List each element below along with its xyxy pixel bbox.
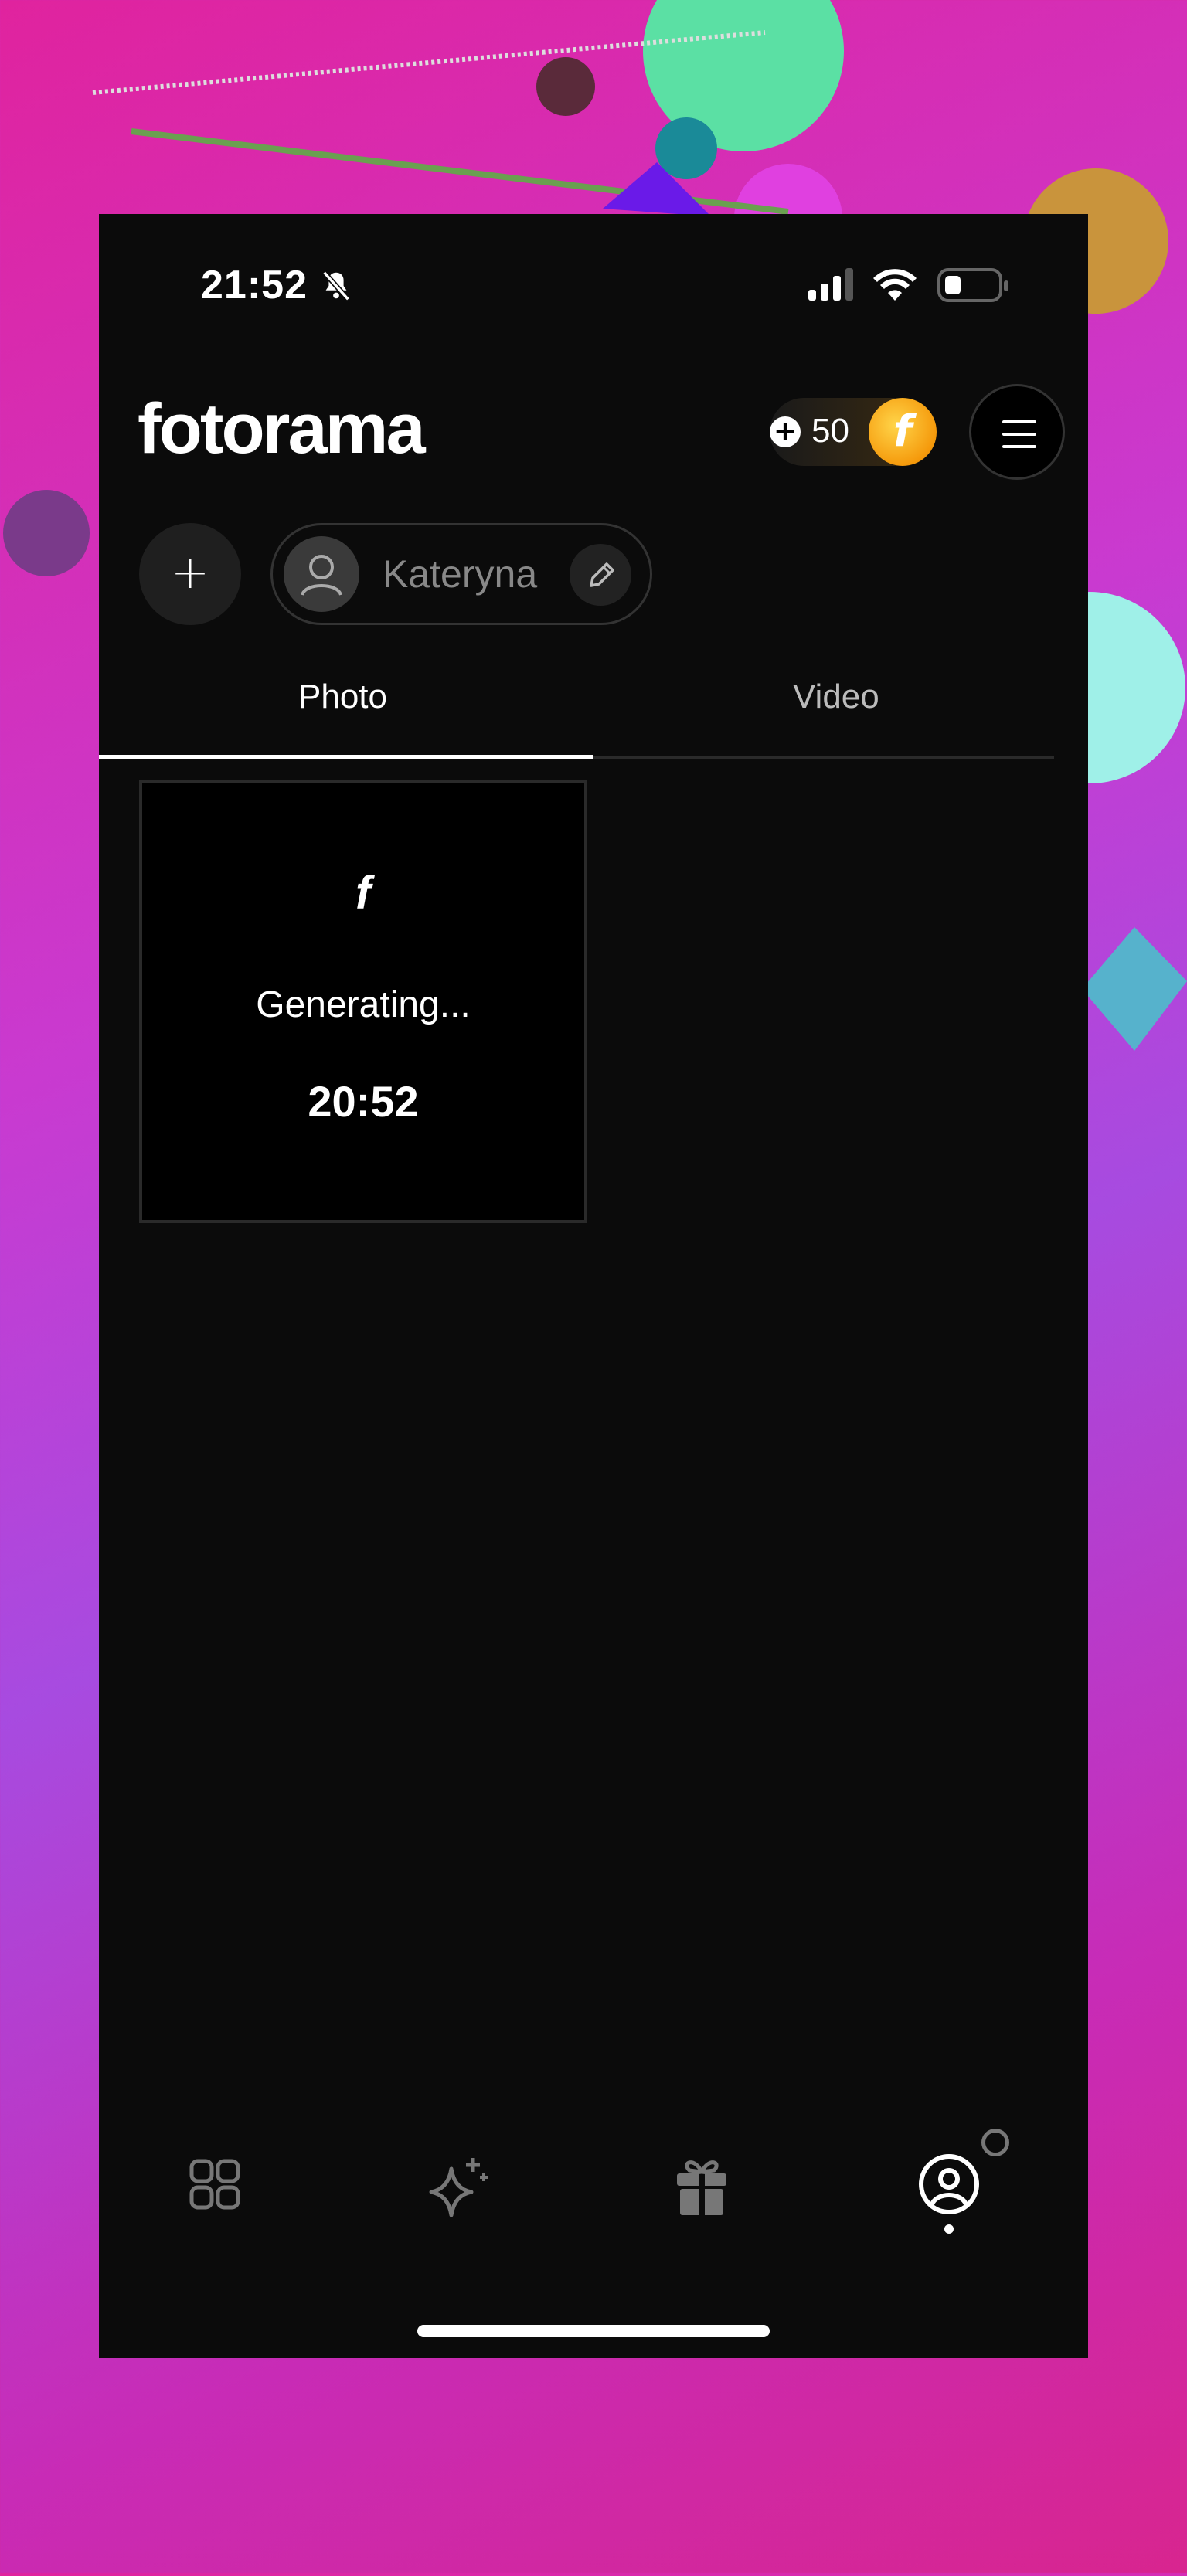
coin-count: 50 — [811, 412, 849, 450]
status-bar: 21:52 — [99, 214, 1088, 353]
hamburger-menu-icon — [1002, 420, 1036, 423]
add-profile-button[interactable]: + — [139, 523, 241, 625]
menu-button[interactable] — [969, 384, 1065, 480]
generating-photo-card[interactable]: f Generating... 20:52 — [139, 780, 587, 1223]
nav-apps-button[interactable] — [176, 2146, 253, 2223]
home-indicator — [417, 2325, 770, 2337]
coin-balance-button[interactable]: + 50 f — [770, 398, 937, 466]
nav-profile-button[interactable] — [910, 2146, 988, 2223]
plus-icon: + — [170, 545, 210, 600]
cellular-signal-icon — [808, 268, 853, 301]
generation-time: 20:52 — [308, 1077, 419, 1126]
tab-divider — [594, 756, 1054, 759]
wifi-icon — [873, 269, 917, 301]
battery-low-icon — [937, 268, 1008, 302]
phone-screen: 21:52 fotorama + 50 f + Kateryna Photo V… — [99, 214, 1088, 2358]
fotorama-glyph-icon: f — [355, 867, 371, 919]
coin-icon: f — [869, 398, 937, 466]
user-avatar-icon — [284, 536, 359, 612]
hamburger-line — [1002, 433, 1036, 436]
status-time: 21:52 — [201, 263, 308, 308]
tab-video[interactable]: Video — [793, 678, 879, 716]
apps-grid-icon — [189, 2159, 240, 2210]
generation-status: Generating... — [256, 984, 471, 1025]
profile-chip[interactable]: Kateryna — [270, 523, 652, 625]
active-nav-dot — [944, 2224, 954, 2234]
loading-spinner-icon — [981, 2129, 1009, 2156]
profile-name: Kateryna — [383, 552, 538, 596]
nav-generate-button[interactable] — [419, 2146, 496, 2223]
sparkle-icon — [429, 2158, 488, 2217]
tab-photo[interactable]: Photo — [298, 678, 387, 716]
profile-icon — [919, 2154, 979, 2214]
gift-icon — [677, 2160, 726, 2215]
nav-gifts-button[interactable] — [663, 2146, 740, 2223]
bell-slash-icon — [322, 270, 350, 301]
edit-profile-button[interactable] — [570, 544, 631, 606]
tab-indicator-active — [99, 755, 594, 759]
hamburger-line — [1002, 445, 1036, 448]
plus-circle-icon: + — [770, 416, 801, 447]
pencil-icon — [590, 562, 614, 587]
app-logo[interactable]: fotorama — [138, 393, 426, 464]
